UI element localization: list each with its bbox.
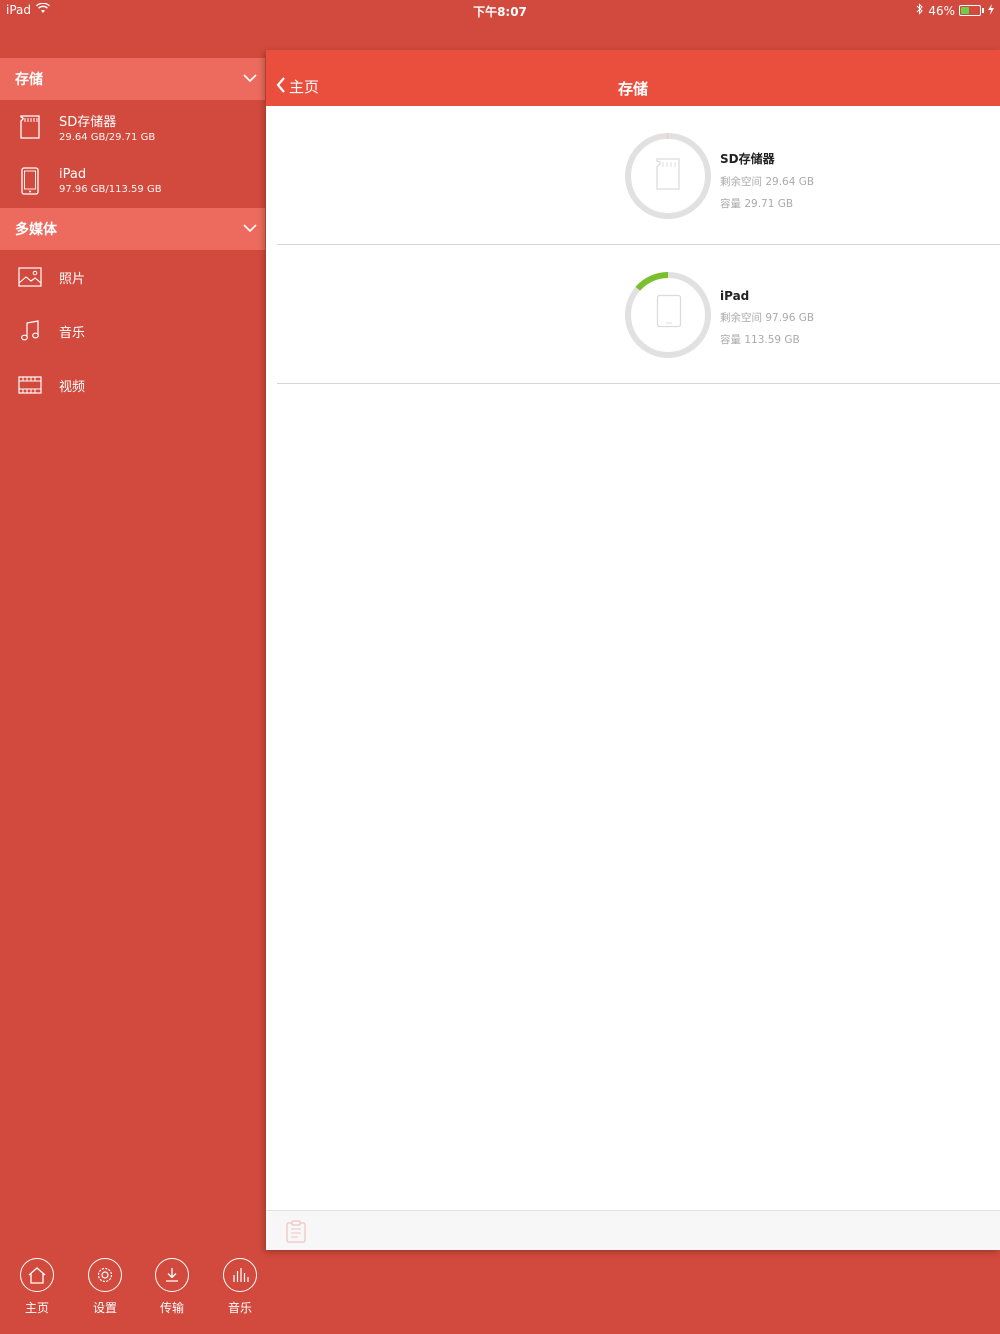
sidebar-item-label: SD存储器 bbox=[59, 115, 117, 130]
tab-label: 主页 bbox=[24, 1301, 49, 1315]
photo-icon bbox=[18, 263, 42, 291]
sidebar-item-label: 视频 bbox=[59, 379, 86, 395]
clock: 下午8:07 bbox=[473, 5, 527, 19]
tab-settings[interactable]: 设置 bbox=[75, 1258, 135, 1316]
device-name: SD存储器 bbox=[720, 152, 775, 166]
bluetooth-icon bbox=[916, 3, 924, 18]
free-space: 剩余空间 97.96 GB bbox=[720, 312, 815, 324]
sidebar: 存储 SD存储器 29.64 GB/29.71 GB iPad 97.96 GB… bbox=[0, 58, 265, 412]
storage-row-sd[interactable]: SD存储器 剩余空间 29.64 GB 容量 29.71 GB bbox=[277, 106, 1000, 245]
sidebar-item-label: iPad bbox=[59, 167, 87, 182]
sidebar-item-label: 音乐 bbox=[59, 325, 86, 341]
equalizer-icon bbox=[223, 1258, 257, 1292]
video-icon bbox=[18, 371, 42, 399]
capacity: 容量 29.71 GB bbox=[720, 198, 794, 210]
sidebar-item-video[interactable]: 视频 bbox=[0, 358, 265, 412]
gear-icon bbox=[88, 1258, 122, 1292]
sidebar-item-detail: 29.64 GB/29.71 GB bbox=[59, 132, 156, 143]
ipad-icon bbox=[656, 294, 682, 332]
sidebar-item-music[interactable]: 音乐 bbox=[0, 304, 265, 358]
sidebar-item-detail: 97.96 GB/113.59 GB bbox=[59, 184, 162, 195]
chevron-down-icon bbox=[243, 221, 257, 237]
sidebar-item-sd-storage[interactable]: SD存储器 29.64 GB/29.71 GB bbox=[0, 100, 265, 154]
sidebar-item-photos[interactable]: 照片 bbox=[0, 250, 265, 304]
section-title: 存储 bbox=[15, 72, 43, 88]
bottom-toolbar bbox=[266, 1210, 1000, 1250]
battery-percent: 46% bbox=[928, 3, 955, 18]
ipad-icon bbox=[18, 167, 42, 195]
free-space: 剩余空间 29.64 GB bbox=[720, 176, 815, 188]
clipboard-icon[interactable] bbox=[284, 1219, 308, 1247]
storage-panel: 主页 存储 SD存储器 剩余空间 29.64 GB 容量 29.71 GB iP… bbox=[266, 50, 1000, 1250]
section-header-storage[interactable]: 存储 bbox=[0, 58, 265, 100]
section-title: 多媒体 bbox=[15, 222, 57, 238]
status-bar: iPad 下午8:07 46% bbox=[0, 0, 1000, 20]
capacity: 容量 113.59 GB bbox=[720, 334, 800, 346]
download-icon bbox=[155, 1258, 189, 1292]
sd-card-icon bbox=[18, 113, 42, 141]
section-header-multimedia[interactable]: 多媒体 bbox=[0, 208, 265, 250]
device-name: iPad bbox=[720, 289, 750, 303]
sidebar-item-ipad[interactable]: iPad 97.96 GB/113.59 GB bbox=[0, 154, 265, 208]
tab-label: 设置 bbox=[92, 1301, 117, 1315]
battery-icon bbox=[959, 5, 981, 16]
storage-row-ipad[interactable]: iPad 剩余空间 97.96 GB 容量 113.59 GB bbox=[277, 245, 1000, 384]
tab-transfer[interactable]: 传输 bbox=[142, 1258, 202, 1316]
tab-label: 音乐 bbox=[227, 1301, 252, 1315]
charging-icon bbox=[988, 3, 994, 18]
tab-music[interactable]: 音乐 bbox=[210, 1258, 270, 1316]
sd-card-icon bbox=[654, 158, 682, 194]
sidebar-item-label: 照片 bbox=[59, 271, 86, 287]
tab-label: 传输 bbox=[159, 1301, 184, 1315]
page-title: 存储 bbox=[617, 80, 648, 98]
music-icon bbox=[18, 317, 42, 345]
navigation-bar: 主页 存储 bbox=[266, 50, 1000, 106]
tab-home[interactable]: 主页 bbox=[7, 1258, 67, 1316]
bottom-tab-bar: 主页 设置 传输 音乐 bbox=[0, 1258, 265, 1318]
home-icon bbox=[20, 1258, 54, 1292]
chevron-down-icon bbox=[243, 71, 257, 87]
